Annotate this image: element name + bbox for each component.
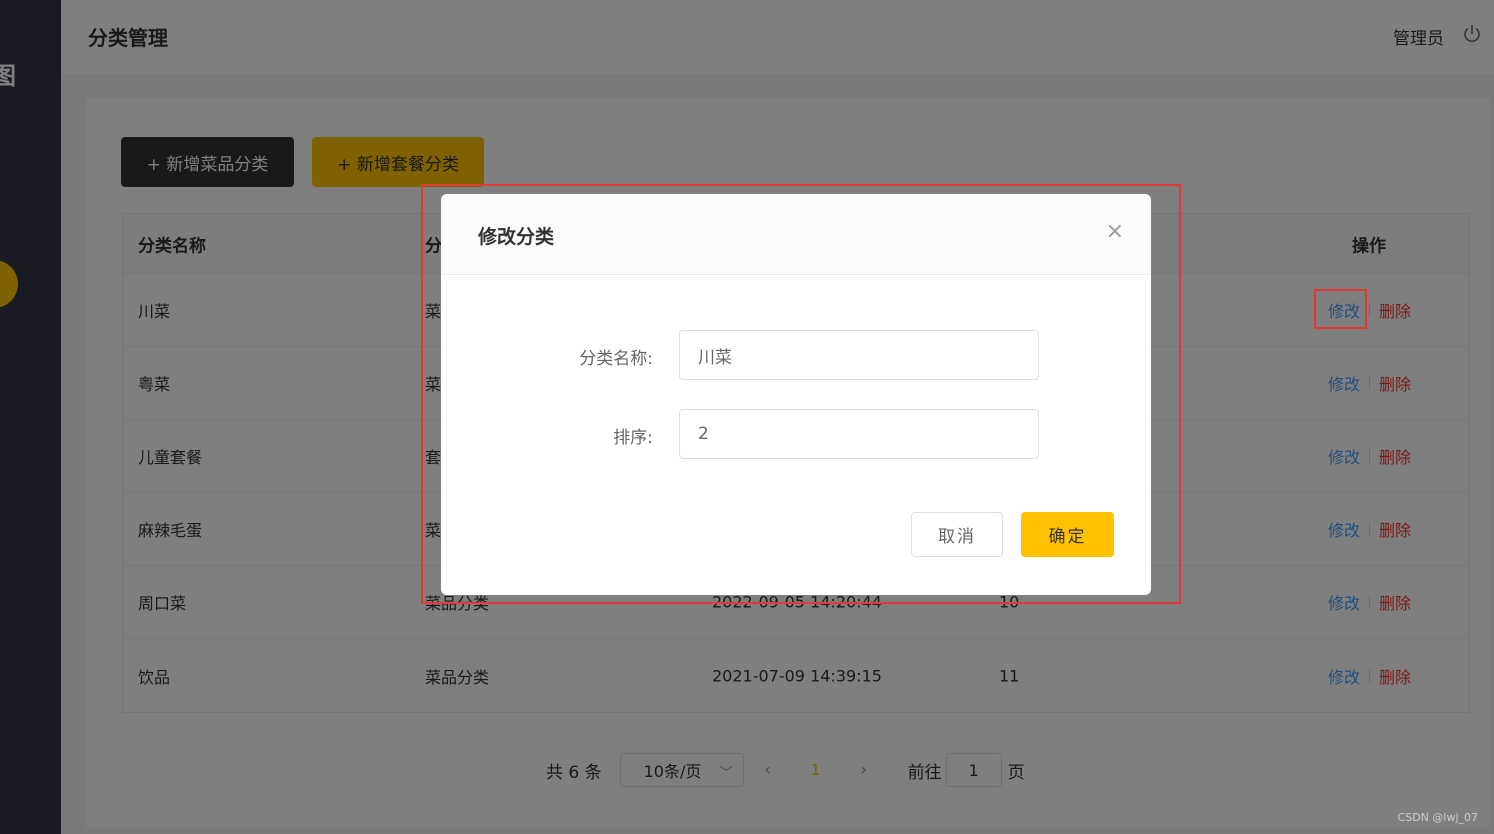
annotation-box-edit	[1314, 289, 1367, 329]
annotation-box-dialog	[421, 184, 1181, 604]
watermark: CSDN @lwj_07	[1397, 811, 1478, 824]
